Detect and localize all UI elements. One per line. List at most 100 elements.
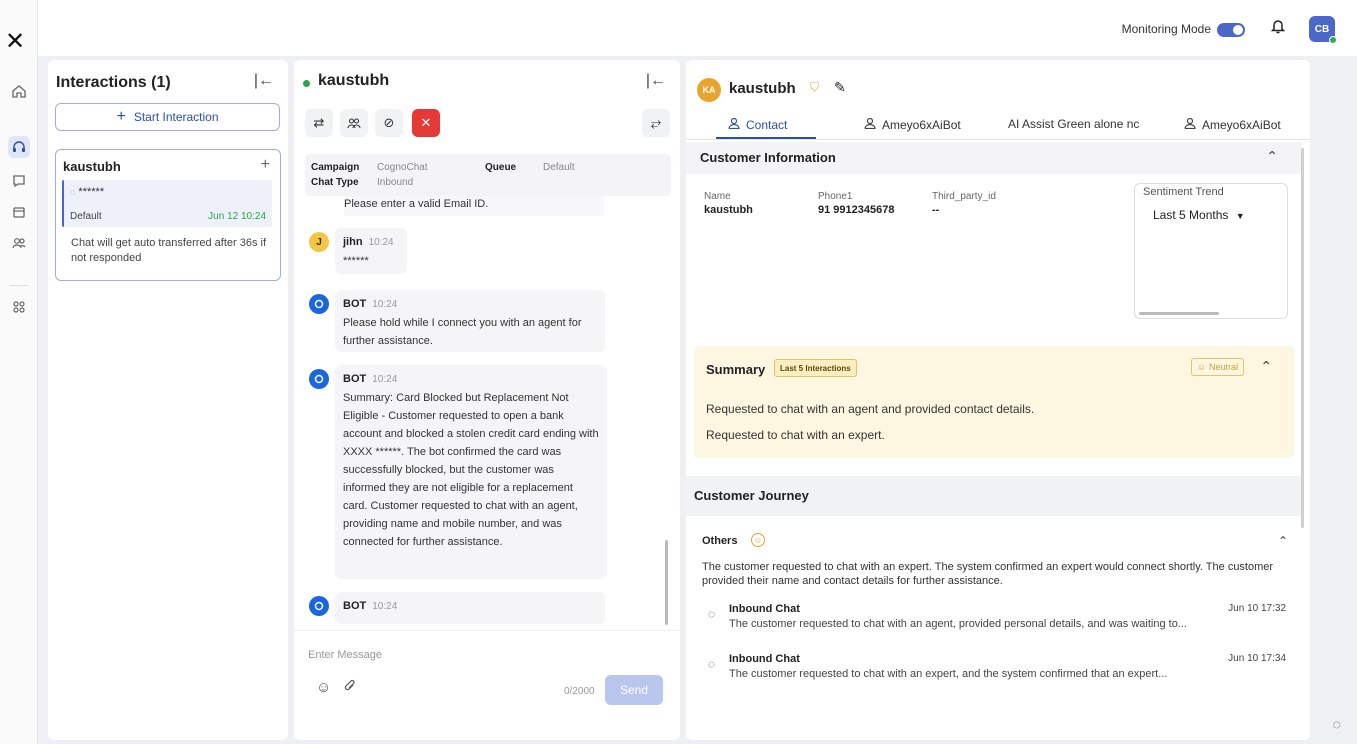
interaction-queue: Default	[70, 211, 102, 222]
message-bubble: jihn 10:24 ******	[335, 228, 407, 274]
message-bubble: BOT 10:24	[335, 592, 605, 624]
attachment-icon[interactable]	[344, 679, 356, 696]
name-field: Name kaustubh	[704, 191, 753, 216]
message-time: 10:24	[372, 374, 398, 385]
customer-journey-title: Customer Journey	[694, 488, 809, 503]
summary-card: Summary Last 5 Interactions ☺ Neutral ⌃ R…	[694, 346, 1294, 458]
start-interaction-label: Start Interaction	[133, 110, 219, 124]
interaction-card[interactable]: kaustubh + ◌ ****** Default Jun 12 10:24…	[55, 149, 281, 281]
chat-icon[interactable]	[8, 170, 30, 192]
tab-ai-assist[interactable]: AI Assist Green alone nc	[1008, 117, 1139, 131]
collapse-chat-icon[interactable]: |←	[646, 72, 666, 90]
journey-item-date: Jun 10 17:34	[1228, 653, 1286, 664]
interaction-name: kaustubh	[63, 159, 121, 174]
user-initials: CB	[1314, 23, 1330, 35]
message-input[interactable]	[308, 645, 648, 665]
bot-avatar-icon	[309, 294, 329, 314]
chat-panel: kaustubh |← ⇄ ⊘ ✕ ⥂ Campaign CognoChat Q…	[294, 60, 680, 740]
customer-info-title: Customer Information	[700, 150, 836, 165]
message-time: 10:24	[372, 299, 398, 310]
tab-ameyo6xaibot-2[interactable]: Ameyo6xAiBot	[1184, 117, 1281, 132]
headset-icon[interactable]	[8, 136, 30, 158]
user-icon	[864, 117, 876, 132]
queue-value: Default	[543, 162, 575, 173]
interactions-panel: Interactions (1) |← + Start Interaction …	[48, 60, 288, 740]
add-icon[interactable]: +	[261, 156, 270, 174]
send-button[interactable]: Send	[605, 675, 663, 705]
contact-avatar: KA	[697, 78, 721, 102]
monitoring-mode-toggle[interactable]	[1217, 23, 1245, 37]
help-chat-icon[interactable]: ◌	[1333, 716, 1341, 732]
contact-tabs: Contact Ameyo6xAiBot AI Assist Green alo…	[686, 110, 1310, 140]
chat-meta-bar: Campaign CognoChat Queue Default Chat Ty…	[305, 154, 671, 196]
contacts-icon[interactable]	[8, 232, 30, 254]
journey-item-desc: The customer requested to chat with an e…	[729, 668, 1168, 680]
user-avatar[interactable]: CB	[1309, 16, 1337, 44]
message-time: 10:24	[372, 601, 398, 612]
customer-info-header[interactable]: Customer Information ⌃	[686, 142, 1302, 174]
chat-message: J jihn 10:24 ******	[305, 228, 660, 280]
journey-item-title: Inbound Chat	[729, 653, 800, 665]
calendar-icon[interactable]	[8, 201, 30, 223]
bot-avatar-icon	[309, 596, 329, 616]
message-text: ******	[343, 255, 369, 267]
monitoring-mode-label: Monitoring Mode	[1121, 22, 1211, 36]
message-bubble: BOT 10:24 Summary: Card Blocked but Repla…	[335, 365, 607, 579]
online-dot	[303, 80, 310, 87]
phone-field: Phone1 91 9912345678	[818, 191, 895, 216]
plus-icon: +	[116, 108, 126, 125]
emoji-icon[interactable]: ☺	[316, 679, 331, 696]
bell-icon[interactable]	[1270, 18, 1286, 39]
contact-panel-scrollbar[interactable]	[1301, 148, 1304, 528]
edit-icon[interactable]: ✎	[834, 79, 846, 96]
caret-down-icon: ▼	[1235, 211, 1245, 221]
summary-line: Requested to chat with an expert.	[706, 428, 885, 442]
campaign-label: Campaign	[311, 162, 360, 173]
sentiment-badge: ☺ Neutral	[1190, 358, 1244, 376]
interactions-title: Interactions (1)	[56, 74, 171, 91]
sentiment-range-select[interactable]: Last 5 Months ▼	[1153, 208, 1245, 222]
tab-contact[interactable]: Contact	[728, 117, 787, 132]
home-icon[interactable]	[8, 80, 30, 102]
customer-journey-header[interactable]: Customer Journey	[686, 476, 1302, 516]
user-avatar: J	[309, 232, 329, 252]
chat-message: BOT 10:24	[305, 592, 660, 624]
apps-icon[interactable]	[8, 296, 30, 318]
top-bar: Monitoring Mode CB	[38, 0, 1357, 56]
sentiment-trend-box: Sentiment Trend Last 5 Months ▼	[1134, 183, 1288, 319]
more-actions-icon[interactable]: ⥂	[642, 109, 670, 137]
chevron-up-icon[interactable]: ⌃	[1278, 534, 1288, 548]
chat-bubble-icon: ◌	[708, 607, 716, 621]
chat-message: BOT 10:24 Please hold while I connect you…	[305, 290, 660, 354]
collapse-left-icon[interactable]: |←	[254, 72, 274, 90]
block-icon[interactable]: ⊘	[375, 109, 403, 137]
rail-divider	[10, 285, 28, 286]
transfer-icon[interactable]: ⇄	[305, 109, 333, 137]
journey-item-date: Jun 10 17:32	[1228, 603, 1286, 614]
message-composer: ☺ 0/2000 Send	[294, 630, 680, 740]
chevron-up-icon[interactable]: ⌃	[1266, 148, 1278, 165]
sentiment-trend-title: Sentiment Trend	[1143, 186, 1224, 198]
message-sender: jihn	[343, 236, 363, 248]
tab-ameyo6xaibot[interactable]: Ameyo6xAiBot	[864, 117, 961, 132]
journey-item-title: Inbound Chat	[729, 603, 800, 615]
summary-line: Requested to chat with an agent and prov…	[706, 402, 1035, 416]
chat-scrollbar[interactable]	[665, 540, 668, 625]
message-sender: BOT	[343, 298, 367, 310]
end-chat-button[interactable]: ✕	[412, 109, 440, 137]
chat-message: BOT 10:24 Summary: Card Blocked but Repla…	[305, 365, 660, 579]
summary-badge: Last 5 Interactions	[774, 359, 857, 377]
start-interaction-button[interactable]: + Start Interaction	[55, 103, 280, 131]
chevron-up-icon[interactable]: ⌃	[1260, 358, 1272, 375]
app-logo-icon[interactable]: ✕	[5, 30, 25, 54]
user-icon	[728, 117, 740, 132]
message-text: Summary: Card Blocked but Replacement No…	[343, 392, 599, 548]
smile-icon: ☺	[751, 533, 765, 547]
interaction-session[interactable]: ◌ ****** Default Jun 12 10:24	[62, 180, 272, 227]
conference-icon[interactable]	[340, 109, 368, 137]
shield-icon: ⛉	[810, 80, 820, 94]
sentiment-scrollbar[interactable]	[1139, 312, 1219, 315]
chat-bubble-icon: ◌	[70, 187, 76, 197]
message-text: Please enter a valid Email ID.	[344, 196, 604, 216]
neutral-face-icon: ☺	[1196, 362, 1206, 372]
